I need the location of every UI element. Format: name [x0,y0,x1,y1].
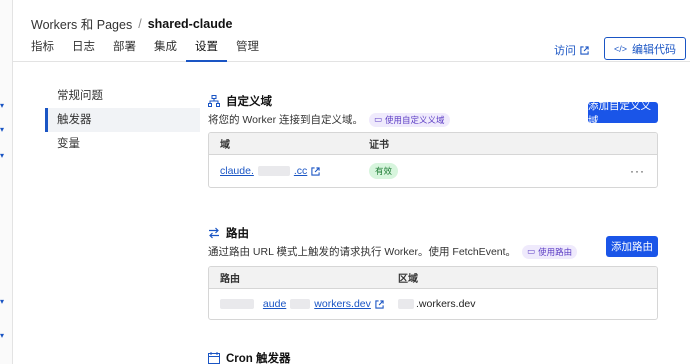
tab-manage[interactable]: 管理 [227,40,268,62]
redacted-text [220,299,254,310]
zone-value: .workers.dev [416,298,476,310]
route-link[interactable]: aude workers.dev [263,298,384,310]
routes-header: 路由 [208,226,658,240]
code-icon: </> [613,43,627,54]
redacted-text [257,166,290,176]
tab-logs[interactable]: 日志 [63,40,104,62]
table-row: aude workers.dev .workers.dev [209,289,657,319]
external-link-icon [375,299,384,309]
more-actions-icon[interactable]: ··· [630,164,645,178]
external-link-icon [311,166,320,176]
rail-chevron-icon[interactable]: ▾ [0,126,6,134]
column-header-certificate: 证书 [369,140,389,151]
column-header-zone: 区域 [398,274,418,285]
edit-code-label: 编辑代码 [632,43,676,56]
custom-domain-section: 自定义域 将您的 Worker 连接到自定义域。 ▭ 使用自定义义域 添加自定义… [208,94,658,188]
route-suffix: workers.dev [314,298,371,310]
cron-section: Cron 触发器 [208,351,658,364]
breadcrumb-separator: / [138,16,142,31]
certificate-status-badge: 有效 [369,163,399,179]
edit-code-button[interactable]: </> 编辑代码 [604,37,686,60]
custom-domain-description: 将您的 Worker 连接到自定义域。 [208,114,363,126]
left-sidebar-rail: ▾ ▾ ▾ ▾ ▾ [0,0,13,364]
visit-link[interactable]: 访问 [554,42,589,58]
add-custom-domain-button[interactable]: 添加自定义义域 [588,100,658,127]
column-header-route: 路由 [220,274,240,285]
page-header: Workers 和 Pages / shared-claude 指标 日志 部署… [13,0,690,62]
tab-bar: 指标 日志 部署 集成 设置 管理 [31,40,268,62]
side-item-general[interactable]: 常规问题 [45,84,200,108]
redacted-text [398,299,414,309]
table-row: claude. .cc 有效 ··· [209,155,657,187]
custom-domain-link[interactable]: claude. .cc [220,165,320,177]
routes-section: 路由 通过路由 URL 模式上触发的请求执行 Worker。使用 FetchEv… [208,226,658,320]
cron-title: Cron 触发器 [226,353,291,364]
settings-side-nav: 常规问题 触发器 变量 [45,84,200,156]
rail-chevron-icon[interactable]: ▾ [0,298,6,306]
domain-suffix: .cc [293,165,308,177]
table-header: 路由 区域 [209,267,657,289]
external-link-icon [580,45,589,55]
tab-deployments[interactable]: 部署 [104,40,145,62]
custom-domain-doc-link[interactable]: ▭ 使用自定义义域 [368,112,450,127]
sitemap-icon [208,95,220,107]
rail-chevron-icon[interactable]: ▾ [0,152,6,160]
breadcrumb-current: shared-claude [147,16,233,31]
visit-label: 访问 [554,45,576,57]
tab-integrations[interactable]: 集成 [145,40,186,62]
table-header: 域 证书 [209,133,657,155]
redacted-text [290,299,311,309]
column-header-domain: 域 [220,140,230,151]
route-prefix: aude [262,298,287,310]
routes-description: 通过路由 URL 模式上触发的请求执行 Worker。使用 FetchEvent… [208,246,517,258]
custom-domain-table: 域 证书 claude. .cc 有效 ··· [208,132,658,188]
swap-arrows-icon [209,227,219,239]
cron-header: Cron 触发器 [208,351,658,364]
routes-doc-link[interactable]: ▭ 使用路由 [522,244,578,259]
add-route-button[interactable]: 添加路由 [606,236,658,257]
custom-domain-doc-label: 使用自定义义域 [385,114,445,125]
doc-icon: ▭ [527,246,536,256]
rail-chevron-icon[interactable]: ▾ [0,332,6,340]
calendar-icon [208,352,220,364]
routes-doc-label: 使用路由 [538,246,573,257]
rail-chevron-icon[interactable]: ▾ [0,102,6,110]
side-item-variables[interactable]: 变量 [45,132,200,156]
breadcrumb: Workers 和 Pages / shared-claude [31,14,232,33]
side-item-triggers[interactable]: 触发器 [45,108,200,132]
routes-table: 路由 区域 aude workers.dev .workers.dev [208,266,658,320]
domain-visible-part: claude. [220,165,254,177]
routes-title: 路由 [226,228,249,240]
custom-domain-title: 自定义域 [226,96,272,108]
tab-settings[interactable]: 设置 [186,40,227,62]
tab-metrics[interactable]: 指标 [31,40,63,62]
doc-icon: ▭ [373,114,383,124]
breadcrumb-parent[interactable]: Workers 和 Pages [31,14,132,33]
